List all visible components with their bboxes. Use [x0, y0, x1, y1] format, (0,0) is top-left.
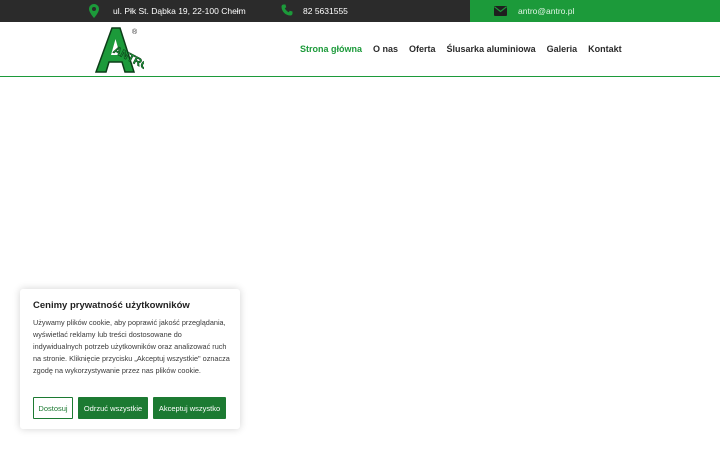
antro-logo[interactable]: ANTRO ® — [94, 26, 144, 74]
phone-icon — [281, 4, 293, 16]
top-bar-email-section — [470, 0, 720, 22]
customize-button[interactable]: Dostosuj — [33, 397, 73, 419]
nav-item-contact[interactable]: Kontakt — [588, 44, 622, 54]
nav-item-about[interactable]: O nas — [373, 44, 398, 54]
top-contact-bar: ul. Płk St. Dąbka 19, 22-100 Chełm 82 56… — [0, 0, 720, 22]
registered-mark: ® — [132, 28, 138, 36]
map-pin-icon — [89, 4, 99, 18]
reject-all-button[interactable]: Odrzuć wszystkie — [78, 397, 148, 419]
nav-item-home[interactable]: Strona główna — [300, 44, 362, 54]
accept-all-button[interactable]: Akceptuj wszystko — [153, 397, 226, 419]
phone-number-link[interactable]: 82 5631555 — [303, 0, 348, 22]
nav-item-offer[interactable]: Oferta — [409, 44, 436, 54]
nav-item-aluminium[interactable]: Ślusarka aluminiowa — [447, 44, 536, 54]
envelope-icon — [494, 6, 507, 16]
cookie-title: Cenimy prywatność użytkowników — [33, 300, 190, 311]
main-nav: Strona główna O nas Oferta Ślusarka alum… — [300, 44, 622, 54]
email-link[interactable]: antro@antro.pl — [518, 0, 574, 22]
address-text: ul. Płk St. Dąbka 19, 22-100 Chełm — [113, 6, 246, 16]
nav-item-gallery[interactable]: Galeria — [547, 44, 578, 54]
cookie-description: Używamy plików cookie, aby poprawić jako… — [33, 318, 230, 375]
